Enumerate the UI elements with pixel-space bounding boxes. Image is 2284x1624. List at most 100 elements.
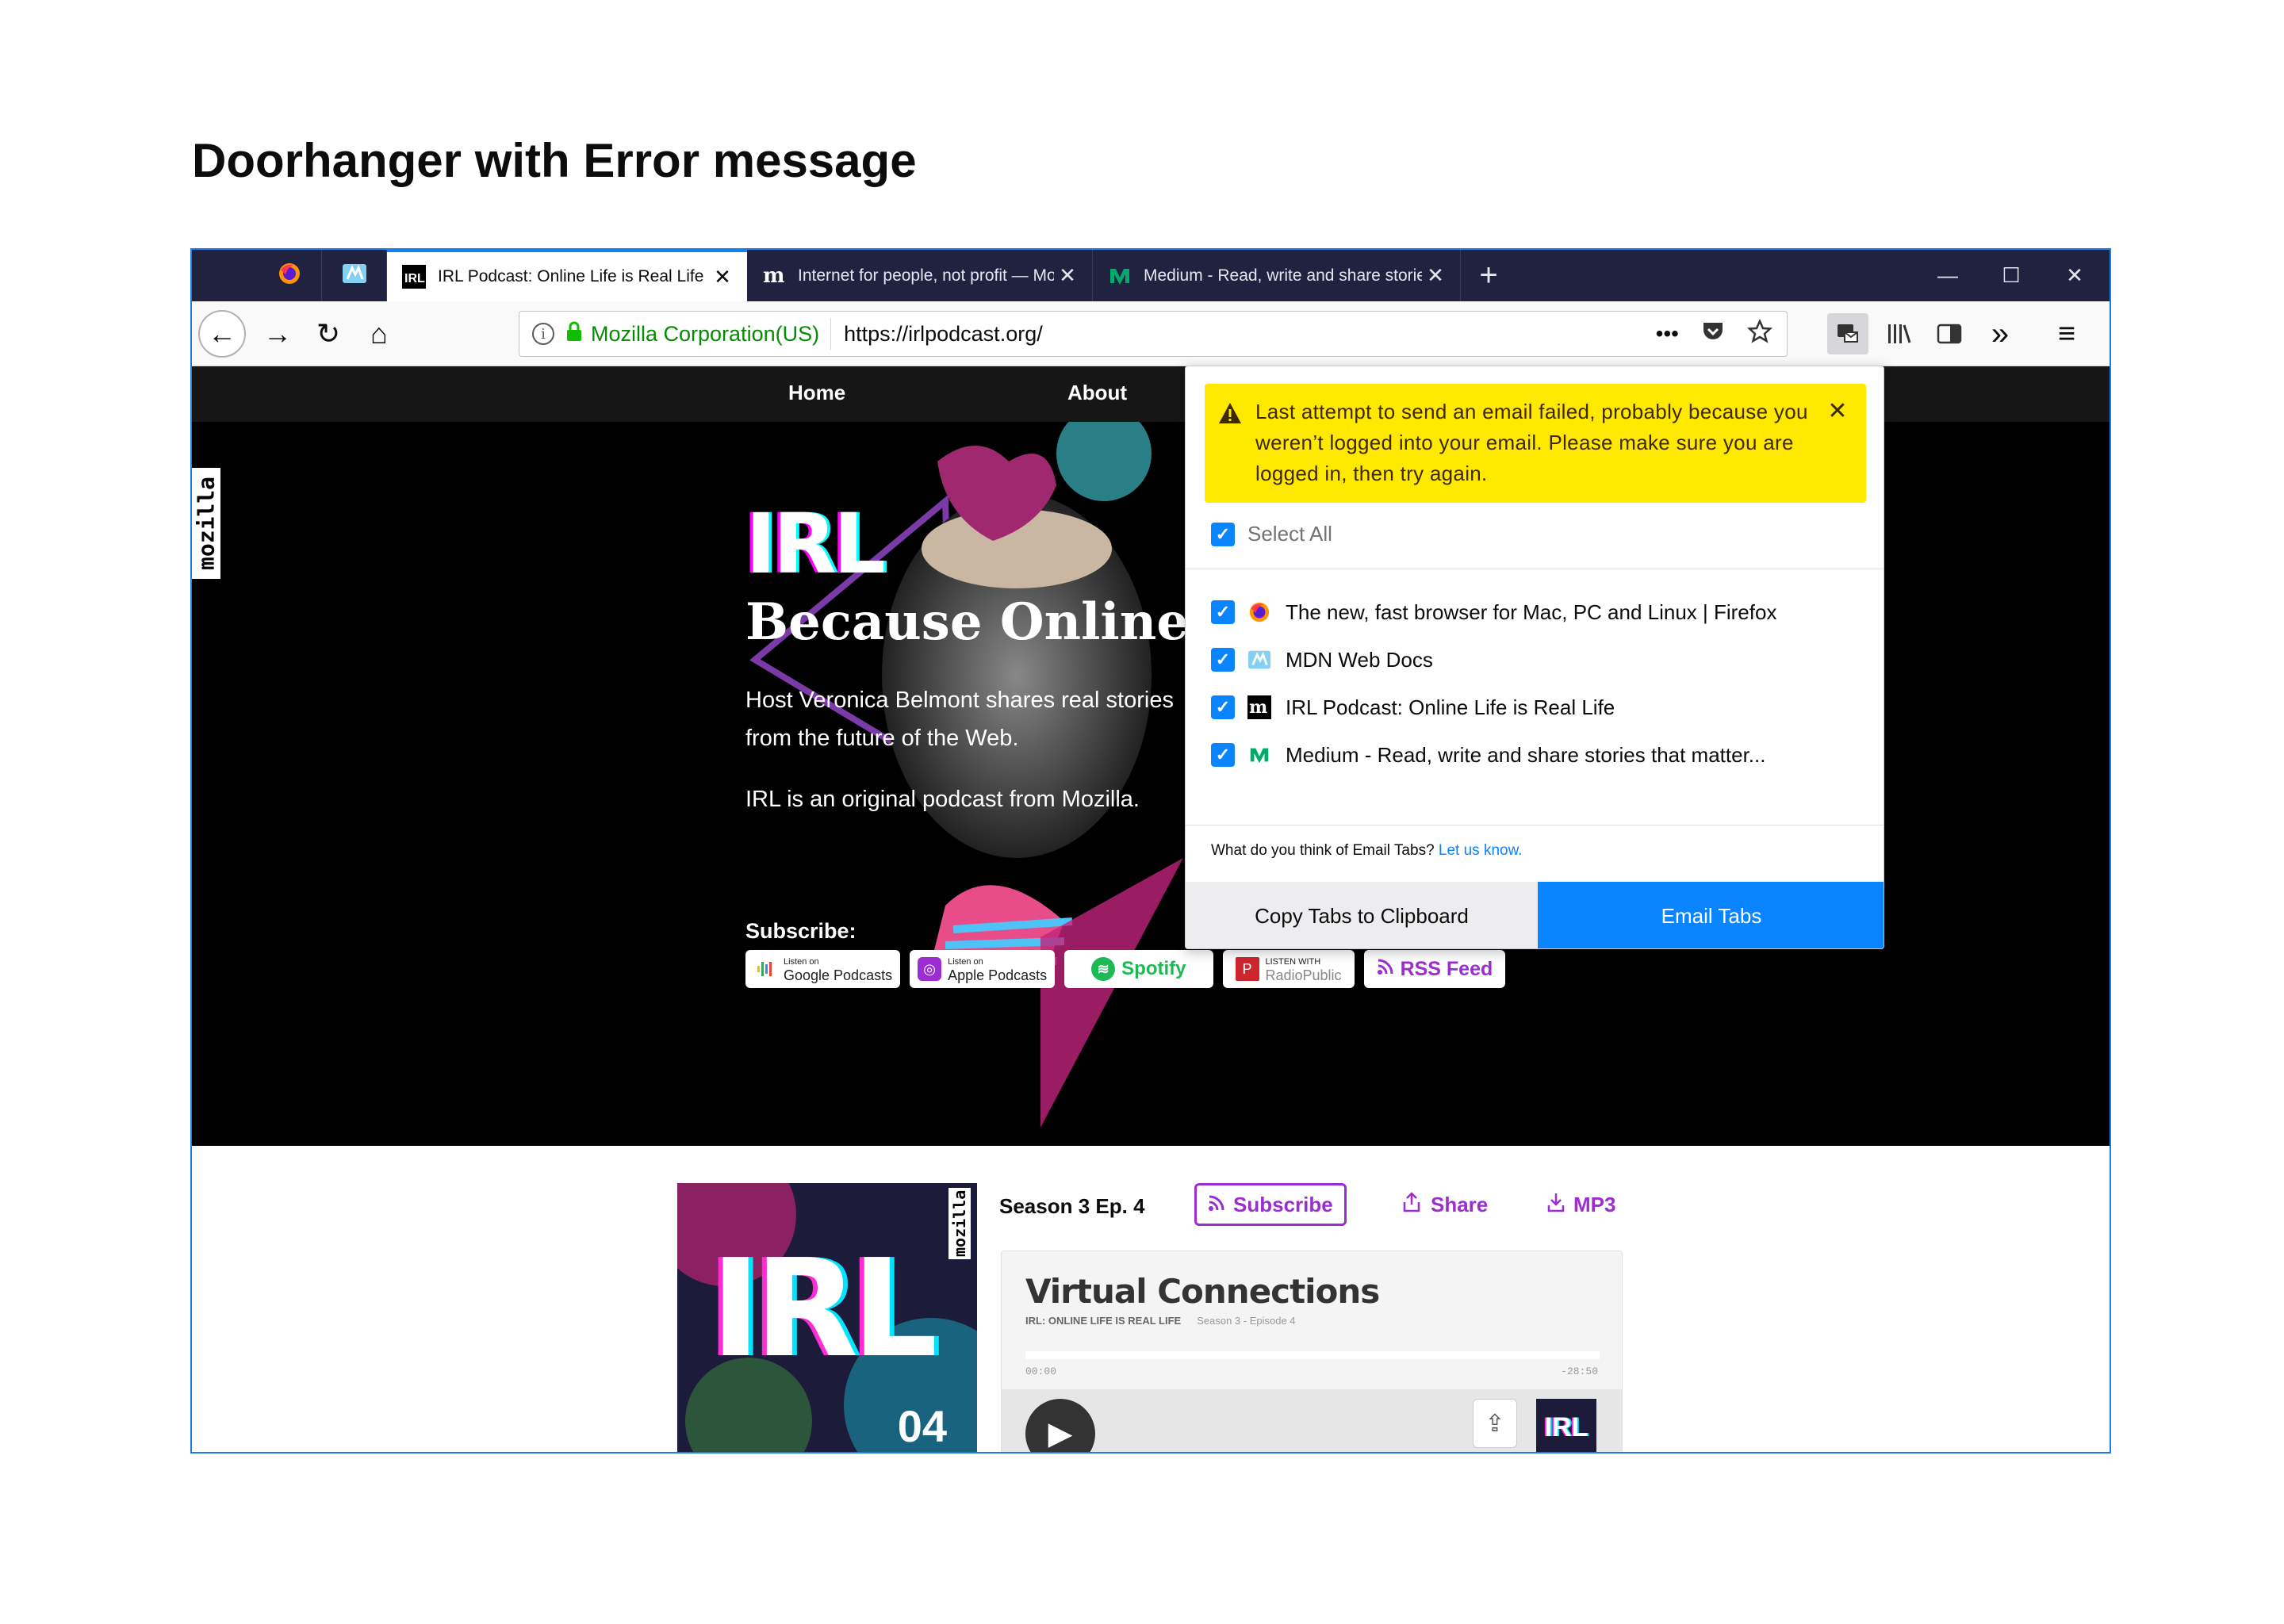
- tab-list-title: The new, fast browser for Mac, PC and Li…: [1286, 599, 1777, 624]
- close-tab-icon[interactable]: ✕: [1054, 263, 1081, 288]
- badge-label: RadioPublic: [1265, 967, 1342, 983]
- tab-list-title: IRL Podcast: Online Life is Real Life: [1286, 695, 1615, 719]
- cover-episode-number: 04: [897, 1401, 947, 1451]
- hamburger-menu-icon[interactable]: ≡: [2046, 313, 2087, 354]
- subscribe-button[interactable]: Subscribe: [1194, 1183, 1347, 1226]
- cover-irl-logo: IRL: [711, 1231, 937, 1388]
- reload-button[interactable]: ↻: [305, 310, 352, 358]
- google-podcasts-badge[interactable]: Listen on Google Podcasts: [745, 950, 901, 988]
- mozilla-side-logo[interactable]: mozilla: [192, 468, 220, 579]
- error-message-box: Last attempt to send an email failed, pr…: [1205, 384, 1866, 503]
- player-subtitle: IRL: ONLINE LIFE IS REAL LIFE Season 3 - …: [1025, 1315, 1296, 1327]
- spotify-badge[interactable]: ≋ Spotify: [1064, 950, 1213, 988]
- lock-icon: [565, 321, 583, 347]
- select-all-label: Select All: [1247, 522, 1332, 546]
- copy-tabs-button[interactable]: Copy Tabs to Clipboard: [1186, 882, 1538, 948]
- tab-list-title: Medium - Read, write and share stories t…: [1286, 742, 1766, 767]
- feedback-text: What do you think of Email Tabs?: [1211, 842, 1435, 859]
- tab-mozilla[interactable]: m Internet for people, not profit — Mozi…: [747, 250, 1093, 301]
- close-icon[interactable]: ✕: [1822, 395, 1853, 427]
- minimize-button[interactable]: —: [1916, 250, 1979, 301]
- tab-medium[interactable]: Medium - Read, write and share stories ✕: [1093, 250, 1461, 301]
- library-icon[interactable]: [1878, 313, 1919, 354]
- svg-text:IRL: IRL: [404, 272, 425, 285]
- badge-label: RSS Feed: [1400, 957, 1493, 980]
- episode-cover[interactable]: IRL mozilla 04: [677, 1183, 977, 1452]
- google-podcasts-icon: [753, 957, 777, 981]
- play-icon[interactable]: ▶: [1025, 1399, 1095, 1452]
- nav-bar: ← → ↻ ⌂ i Mozilla Corporation(US) https:…: [192, 301, 2110, 366]
- close-tab-icon[interactable]: ✕: [1422, 263, 1449, 288]
- checkbox-checked-icon[interactable]: ✓: [1211, 522, 1235, 546]
- player-title: Virtual Connections: [1025, 1272, 1380, 1311]
- forward-button[interactable]: →: [254, 310, 301, 358]
- mozilla-m-favicon: m: [1247, 695, 1271, 719]
- mp3-button[interactable]: MP3: [1546, 1183, 1615, 1226]
- cover-mozilla-logo: mozilla: [948, 1188, 971, 1259]
- page-actions-button[interactable]: •••: [1656, 321, 1679, 347]
- tab-title: Internet for people, not profit — Mozill…: [798, 266, 1054, 285]
- feedback-link[interactable]: Let us know.: [1439, 842, 1523, 859]
- rss-icon: [1208, 1193, 1225, 1217]
- close-window-button[interactable]: ✕: [2043, 250, 2106, 301]
- rss-feed-badge[interactable]: RSS Feed: [1363, 950, 1506, 988]
- tab-list-item[interactable]: ✓ m IRL Podcast: Online Life is Real Lif…: [1211, 684, 1869, 731]
- tab-irl-podcast[interactable]: IRL IRL Podcast: Online Life is Real Lif…: [387, 250, 747, 301]
- checkbox-checked-icon[interactable]: ✓: [1211, 743, 1235, 767]
- player-progress-bar[interactable]: [1025, 1351, 1600, 1359]
- home-button[interactable]: ⌂: [355, 310, 403, 358]
- sidebar-icon[interactable]: [1929, 313, 1970, 354]
- tab-title: IRL Podcast: Online Life is Real Life: [438, 267, 704, 285]
- url-bar[interactable]: i Mozilla Corporation(US) https://irlpod…: [519, 311, 1788, 357]
- player-controls: ▶ ⇪ IRL: [1002, 1389, 1622, 1452]
- star-icon[interactable]: [1746, 318, 1773, 350]
- tab-strip: IRL IRL Podcast: Online Life is Real Lif…: [192, 250, 2110, 301]
- irl-logo: IRL: [745, 496, 886, 592]
- url-text[interactable]: https://irlpodcast.org/: [831, 322, 1655, 347]
- pinned-tab-firefox[interactable]: [257, 250, 322, 301]
- tab-list-item[interactable]: ✓ MDN Web Docs: [1211, 636, 1869, 684]
- browser-window: IRL IRL Podcast: Online Life is Real Lif…: [190, 248, 2111, 1454]
- svg-text:m: m: [1249, 697, 1267, 718]
- tab-list-item[interactable]: ✓ Medium - Read, write and share stories…: [1211, 731, 1869, 779]
- mp3-label: MP3: [1573, 1192, 1616, 1216]
- overflow-menu-button[interactable]: »: [1979, 313, 2021, 354]
- player-show-name: IRL: ONLINE LIFE IS REAL LIFE: [1025, 1315, 1182, 1327]
- firefox-favicon: [278, 262, 301, 290]
- download-icon: [1546, 1192, 1565, 1218]
- back-button[interactable]: ←: [198, 310, 246, 358]
- hero-original: IRL is an original podcast from Mozilla.: [745, 787, 1140, 812]
- checkbox-checked-icon[interactable]: ✓: [1211, 648, 1235, 672]
- badge-label: Apple Podcasts: [948, 967, 1048, 983]
- radiopublic-badge[interactable]: P LISTEN WITH RadioPublic: [1222, 950, 1355, 988]
- select-all-checkbox[interactable]: ✓ Select All: [1211, 522, 1332, 546]
- info-icon: i: [532, 323, 554, 345]
- site-nav-about[interactable]: About: [1067, 381, 1127, 405]
- pocket-icon[interactable]: [1701, 320, 1725, 348]
- new-tab-button[interactable]: +: [1465, 250, 1512, 301]
- close-tab-icon[interactable]: ✕: [709, 265, 736, 289]
- email-tabs-icon[interactable]: [1827, 313, 1868, 354]
- maximize-button[interactable]: ☐: [1979, 250, 2043, 301]
- apple-podcasts-icon: ◎: [918, 957, 942, 981]
- player-share-icon[interactable]: ⇪: [1473, 1399, 1517, 1448]
- checkbox-checked-icon[interactable]: ✓: [1211, 600, 1235, 624]
- checkbox-checked-icon[interactable]: ✓: [1211, 695, 1235, 719]
- identity-box[interactable]: i Mozilla Corporation(US): [519, 318, 832, 350]
- tab-list-item[interactable]: ✓ The new, fast browser for Mac, PC and …: [1211, 588, 1869, 636]
- share-label: Share: [1431, 1192, 1489, 1216]
- firefox-favicon: [1247, 600, 1271, 624]
- identity-label: Mozilla Corporation(US): [591, 321, 820, 346]
- tab-list-title: MDN Web Docs: [1286, 647, 1433, 672]
- medium-favicon: [1107, 263, 1132, 289]
- subscribe-badges: Listen on Google Podcasts ◎ Listen on Ap…: [745, 950, 1506, 988]
- pinned-tab-mdn[interactable]: [322, 250, 387, 301]
- email-tabs-button[interactable]: Email Tabs: [1538, 882, 1884, 948]
- mozilla-m-favicon: m: [761, 263, 787, 289]
- apple-podcasts-badge[interactable]: ◎ Listen on Apple Podcasts: [910, 950, 1056, 988]
- audio-player: Virtual Connections IRL: ONLINE LIFE IS …: [1001, 1251, 1623, 1452]
- irl-favicon: IRL: [401, 264, 427, 289]
- share-button[interactable]: Share: [1402, 1183, 1488, 1226]
- page-title: Doorhanger with Error message: [192, 134, 917, 187]
- site-nav-home[interactable]: Home: [788, 381, 845, 405]
